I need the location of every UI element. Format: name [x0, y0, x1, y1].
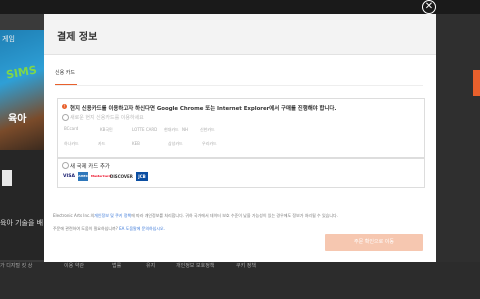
help-prefix: 주문에 관련하여 도움이 필요하십니까? [53, 226, 118, 231]
privacy-notice: Electronic Arts Inc.의개인정보 및 쿠키 정책에 따라 개인… [53, 213, 425, 219]
notice-suffix: 에 따라 개인정보를 처리합니다. 귀하 국가에서 데이터 보호 수준이 낮을 … [131, 213, 338, 218]
footer-item[interactable]: 쿠키 정책 [236, 262, 256, 269]
card-logo: 현대카드 [164, 127, 179, 132]
card-logo: BCcard [64, 126, 79, 131]
right-background-panel [436, 14, 480, 264]
card-logo: KEB [132, 141, 140, 146]
product-name: 육아 [8, 114, 27, 125]
modal-header [44, 14, 436, 55]
close-icon[interactable]: ✕ [422, 0, 436, 14]
amex-logo: AMEX [78, 172, 88, 181]
skill-text: 육아 기술을 배 [0, 219, 44, 227]
top-bar [0, 0, 480, 14]
local-card-radio[interactable] [62, 114, 69, 121]
tabs-divider [55, 85, 423, 86]
game-cover-art [0, 30, 44, 150]
footer-item[interactable]: 유지 [146, 262, 155, 269]
notice-prefix: Electronic Arts Inc.의 [53, 213, 95, 218]
card-logo: 하나카드 [64, 141, 79, 146]
card-logo: LOTTE CARD [132, 127, 158, 132]
warning-text: 현지 신용카드를 이용하고자 하신다면 Google Chrome 또는 Int… [70, 106, 337, 112]
card-logo: 카드 [98, 141, 106, 146]
orange-accent-bar [473, 70, 480, 96]
warning-icon: ! [62, 104, 67, 109]
card-logo: KB국민 [100, 127, 113, 132]
pegi-badge [2, 170, 12, 186]
visa-logo: VISA [63, 174, 75, 179]
modal-title: 결제 정보 [57, 32, 98, 43]
card-logo: 신한카드 [200, 127, 215, 132]
footer-item[interactable]: 법률 [112, 262, 121, 269]
card-logo: 삼성카드 [168, 141, 183, 146]
footer-item[interactable]: 가 디지털 킷 상 [0, 262, 32, 269]
go-to-order-confirmation-button[interactable]: 주문 확인으로 이동 [325, 234, 423, 251]
add-card-radio[interactable] [62, 162, 69, 169]
background-panel [0, 150, 44, 260]
footer-item[interactable]: 이용 약관 [64, 262, 84, 269]
card-logo: NH [182, 127, 188, 132]
footer: 가 디지털 킷 상 이용 약관 법률 유지 개인정보 보호정책 쿠키 정책 [0, 262, 480, 299]
card-logo: 우리카드 [202, 141, 217, 146]
help-link[interactable]: EA 도움말에 문의하십시오. [119, 226, 165, 231]
jcb-logo: JCB [136, 172, 148, 181]
game-label: 게임 [2, 35, 15, 43]
tab-credit-card[interactable]: 신용 카드 [55, 69, 75, 76]
mastercard-logo: MasterCard [91, 174, 111, 178]
local-card-label: 새로운 현지 신용카드를 이용하세요 [70, 115, 144, 121]
add-card-label[interactable]: 새 국제 카드 추가 [70, 162, 110, 170]
footer-item[interactable]: 개인정보 보호정책 [176, 262, 214, 269]
privacy-policy-link[interactable]: 개인정보 및 쿠키 정책 [94, 213, 131, 218]
discover-logo: DISCOVER [110, 174, 133, 179]
help-text: 주문에 관련하여 도움이 필요하십니까? EA 도움말에 문의하십시오. [53, 226, 165, 232]
